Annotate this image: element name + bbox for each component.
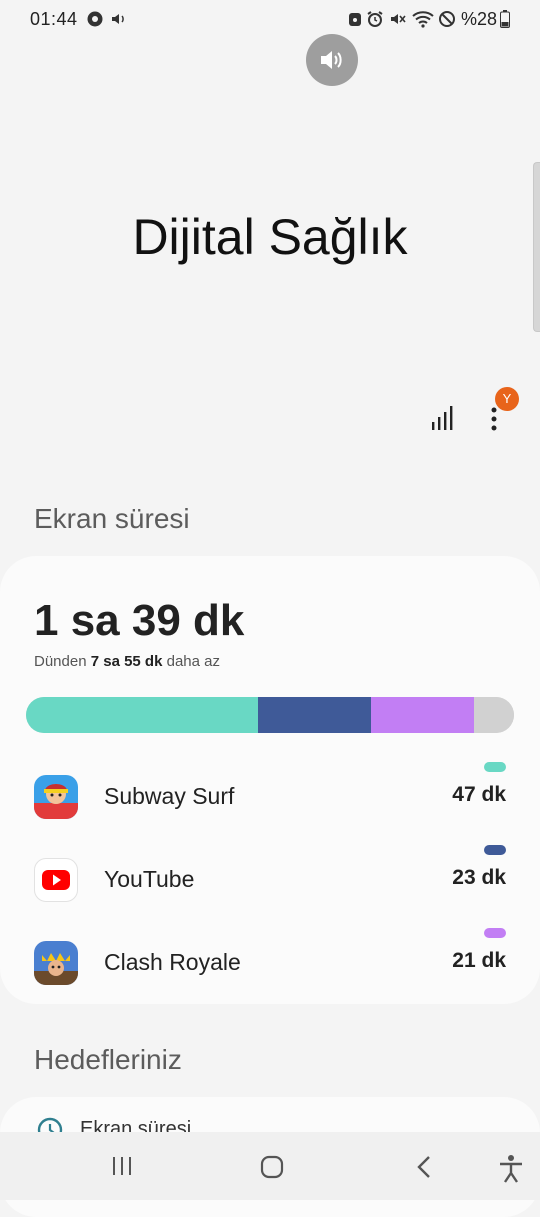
- status-bar: 01:44 %28: [0, 0, 540, 40]
- youtube-icon: [34, 858, 78, 902]
- compare-value: 7 sa 55 dk: [90, 653, 163, 670]
- app-duration: 23 dk: [452, 866, 506, 889]
- mute-icon: [391, 14, 406, 24]
- compare-yesterday: Dünden 7 sa 55 dk daha az: [34, 653, 220, 670]
- accessibility-icon[interactable]: [497, 1154, 525, 1184]
- page-title: Dijital Sağlık: [132, 209, 408, 265]
- lock-icon: [349, 13, 361, 26]
- chart-button[interactable]: [428, 400, 460, 434]
- volume-icon: [112, 14, 124, 24]
- legend-swatch: [484, 928, 506, 938]
- notification-badge: Y: [495, 387, 519, 411]
- app-name: Clash Royale: [104, 949, 241, 975]
- home-icon[interactable]: [259, 1154, 285, 1180]
- usage-segment-clash-royale: [371, 697, 475, 733]
- goals-section-label: Hedefleriniz: [34, 1044, 182, 1075]
- speaker-icon: [321, 51, 342, 69]
- subway-surf-icon: [34, 775, 78, 819]
- aperture-icon: [87, 11, 103, 27]
- app-row-youtube[interactable]: YouTube 23 dk: [0, 840, 540, 920]
- back-icon[interactable]: [412, 1154, 436, 1180]
- app-row-subway-surf[interactable]: Subway Surf 47 dk: [0, 757, 540, 837]
- usage-segment-subway-surf: [26, 697, 258, 733]
- usage-breakdown-bar: [26, 697, 514, 733]
- compare-suffix: daha az: [162, 653, 220, 670]
- legend-swatch: [484, 845, 506, 855]
- usage-segment-other: [474, 697, 514, 733]
- app-row-clash-royale[interactable]: Clash Royale 21 dk: [0, 923, 540, 1003]
- usage-segment-youtube: [257, 697, 371, 733]
- screen-time-section-label: Ekran süresi: [34, 503, 190, 534]
- do-not-disturb-icon: [439, 11, 455, 27]
- legend-swatch: [484, 762, 506, 772]
- wifi-icon: [412, 11, 434, 28]
- app-duration: 47 dk: [452, 783, 506, 806]
- clash-royale-icon: [34, 941, 78, 985]
- compare-prefix: Dünden: [34, 653, 91, 670]
- recent-apps-icon[interactable]: [110, 1154, 134, 1178]
- app-duration: 21 dk: [452, 949, 506, 972]
- bar-chart-icon: [432, 406, 453, 430]
- battery-percent: %28: [461, 9, 498, 29]
- total-screen-time: 1 sa 39 dk: [34, 596, 245, 645]
- app-name: YouTube: [104, 866, 195, 892]
- volume-popup-button[interactable]: [306, 34, 358, 86]
- battery-icon: [500, 10, 510, 28]
- navigation-bar: [0, 1132, 540, 1200]
- alarm-icon: [367, 11, 383, 27]
- status-time: 01:44: [30, 9, 78, 29]
- app-name: Subway Surf: [104, 783, 235, 809]
